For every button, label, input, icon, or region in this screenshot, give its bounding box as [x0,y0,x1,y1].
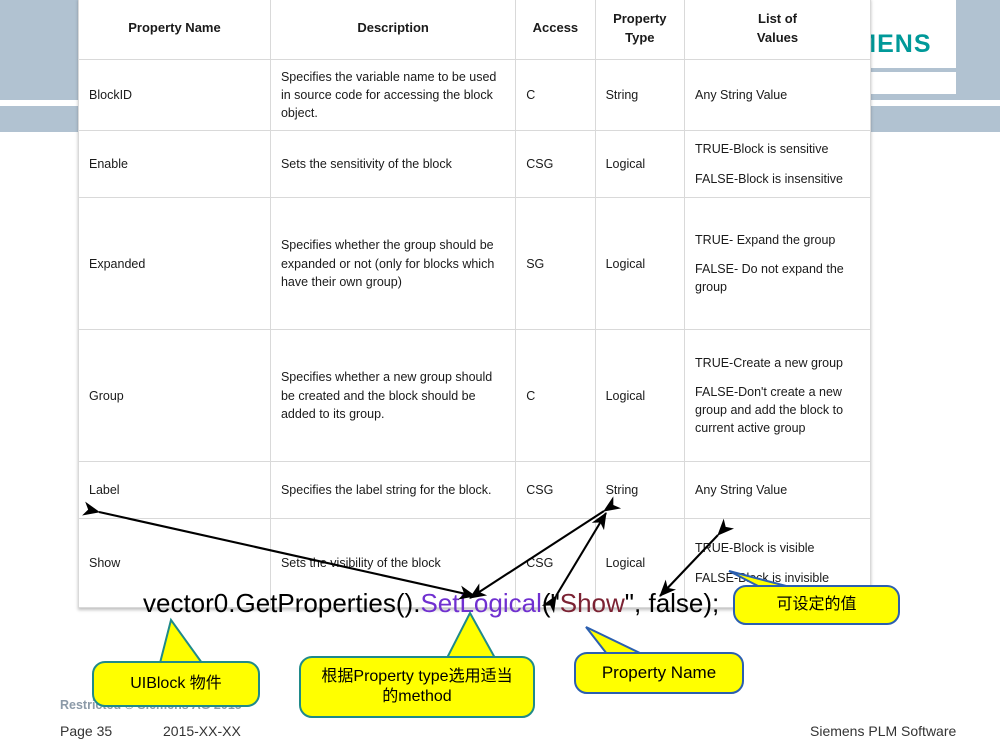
callout-uiblock[interactable]: UIBlock 物件 [92,661,260,707]
code-snippet: vector0.GetProperties().SetLogical("Show… [143,588,719,619]
cell-property-type: Logical [595,198,685,330]
value-item: FALSE-Block is invisible [695,570,830,585]
cell-access: SG [516,198,595,330]
code-method-name: SetLogical [420,588,542,618]
cell-property-type: String [595,462,685,519]
value-item: TRUE-Create a new group [695,355,844,370]
cell-property-name: Group [79,330,270,462]
cell-description: Specifies whether the group should be ex… [270,198,516,330]
value-item: Any String Value [695,483,788,497]
property-table-container: Property Name Description Access Propert… [78,0,871,609]
value-item: Any String Value [695,87,788,102]
cell-access: CSG [516,131,595,198]
callout-settable-value-label: 可设定的值 [776,596,857,613]
value-item: FALSE-Don't create a new group and add t… [695,384,844,436]
footer-brand: Siemens PLM Software [810,723,957,739]
footer-page-number: Page 35 [60,723,113,739]
column-header-access: Access [516,0,595,59]
callout-method-line2: 的method [382,688,452,705]
cell-property-type: String [595,59,685,131]
cell-description: Sets the sensitivity of the block [270,131,516,198]
property-table: Property Name Description Access Propert… [78,0,871,609]
slide-canvas: SIEMENS Property Name Description Access… [0,0,1000,750]
table-row: Group Specifies whether a new group shou… [79,330,870,462]
callout-uiblock-label: UIBlock 物件 [130,675,222,692]
callout-method-choice-label: 根据Property type选用适当 的method [311,667,522,707]
column-header-list-of-values: List of Values [685,0,870,59]
cell-property-name: Label [79,462,270,519]
code-string-arg: Show [559,588,625,618]
cell-list-of-values: TRUE-Block is sensitive FALSE-Block is i… [685,131,870,198]
column-header-property-name: Property Name [79,0,270,59]
table-row: Enable Sets the sensitivity of the block… [79,131,870,198]
cell-list-of-values: Any String Value [685,462,870,519]
cell-description: Specifies the label string for the block… [270,462,516,519]
callout-method-choice[interactable]: 根据Property type选用适当 的method [299,656,535,718]
callout-settable-value[interactable]: 可设定的值 [733,585,900,625]
table-row: BlockID Specifies the variable name to b… [79,59,870,131]
value-item: TRUE-Block is visible [695,541,815,556]
callout-tail-propname [585,626,643,655]
callout-tail-uiblock [158,617,204,664]
table-header-row: Property Name Description Access Propert… [79,0,870,59]
cell-property-type: Logical [595,330,685,462]
callout-method-line1: 根据Property type选用适当 [321,668,513,685]
column-header-list-of-values-line2: Values [756,29,799,45]
cell-list-of-values: TRUE-Create a new group FALSE-Don't crea… [685,330,870,462]
cell-property-name: Enable [79,131,270,198]
value-item: FALSE- Do not expand the group [695,262,844,295]
column-header-property-type: Property Type [595,0,685,59]
value-item: FALSE-Block is insensitive [695,171,844,186]
cell-access: C [516,330,595,462]
column-header-property-type-line1: Property [613,11,667,26]
cell-list-of-values: Any String Value [685,59,870,131]
code-prefix: vector0.GetProperties(). [143,588,421,618]
cell-access: CSG [516,462,595,519]
table-row: Label Specifies the label string for the… [79,462,870,519]
cell-description: Specifies whether a new group should be … [270,330,516,462]
callout-property-name-label: Property Name [601,663,717,683]
column-header-description: Description [270,0,516,59]
cell-property-type: Logical [595,131,685,198]
cell-list-of-values: TRUE- Expand the group FALSE- Do not exp… [685,198,870,330]
code-suffix: ", false); [624,588,720,618]
table-row: Expanded Specifies whether the group sho… [79,198,870,330]
cell-property-name: BlockID [79,59,270,131]
cell-property-name: Expanded [79,198,270,330]
value-item: TRUE- Expand the group [695,232,836,247]
callout-property-name[interactable]: Property Name [574,652,744,694]
callout-tail-method [445,610,497,659]
code-open-paren: (" [541,588,560,618]
footer-date: 2015-XX-XX [163,723,241,739]
column-header-property-type-line2: Type [625,29,655,45]
cell-description: Specifies the variable name to be used i… [270,59,516,131]
cell-access: C [516,59,595,131]
value-item: TRUE-Block is sensitive [695,142,829,157]
column-header-list-of-values-line1: List of [758,11,798,26]
